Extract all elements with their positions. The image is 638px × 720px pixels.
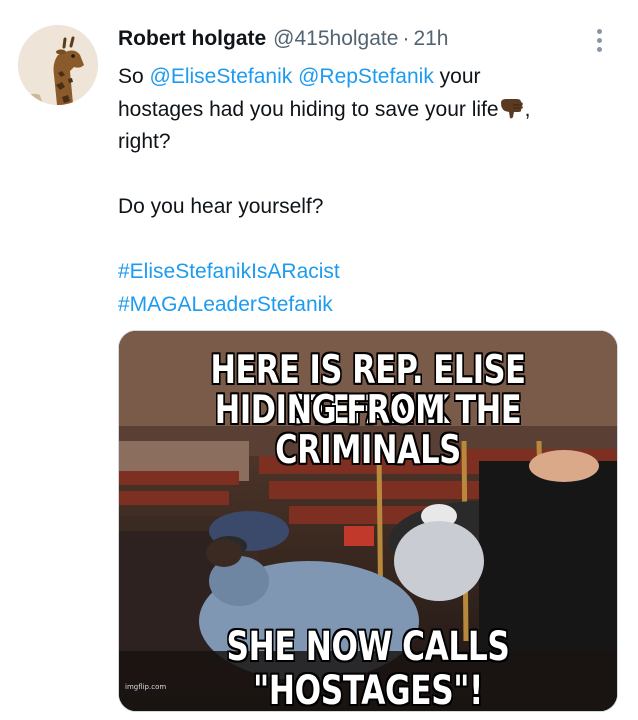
mention-repstefanik[interactable]: @RepStefanik [298, 65, 434, 88]
hashtag-magaleaderstefanik[interactable]: #MAGALeaderStefanik [118, 293, 333, 316]
tweet-header: Robert holgate @415holgate · 21h [118, 24, 598, 54]
tweet[interactable]: Robert holgate @415holgate · 21h So @Eli… [0, 0, 638, 720]
tweet-line-3: right? [118, 130, 171, 153]
tweet-line-2: hostages had you hiding to save your lif… [118, 94, 618, 127]
text-fragment: hostages had you hiding to save your lif… [118, 97, 499, 121]
text-fragment: So [118, 65, 150, 88]
imgflip-watermark: imgflip.com [125, 683, 167, 691]
more-options-icon[interactable] [590, 25, 608, 55]
meme-caption-top-2: HIDING FROM THE CRIMINALS [214, 388, 522, 473]
text-fragment: your [433, 65, 481, 88]
meme-caption-bottom: SHE NOW CALLS "HOSTAGES"! [226, 624, 510, 712]
tweet-line-4: Do you hear yourself? [118, 195, 324, 218]
display-name[interactable]: Robert holgate [118, 24, 266, 54]
text-fragment: , [524, 97, 531, 121]
tweet-media-image[interactable]: HERE IS REP. ELISE STEFANIK HIDING FROM … [118, 330, 618, 712]
mention-elisestefanik[interactable]: @EliseStefanik [150, 65, 293, 88]
user-handle[interactable]: @415holgate [273, 24, 398, 54]
hashtag-elisestefanikisaracist[interactable]: #EliseStefanikIsARacist [118, 260, 340, 283]
backhand-index-pointing-down-icon [499, 97, 525, 119]
tweet-line-1: So @EliseStefanik @RepStefanik your [118, 61, 618, 94]
separator-dot: · [402, 27, 410, 50]
tweet-text: So @EliseStefanik @RepStefanik your host… [118, 61, 618, 321]
giraffe-avatar-icon[interactable] [18, 25, 98, 105]
tweet-timestamp[interactable]: 21h [413, 24, 448, 54]
